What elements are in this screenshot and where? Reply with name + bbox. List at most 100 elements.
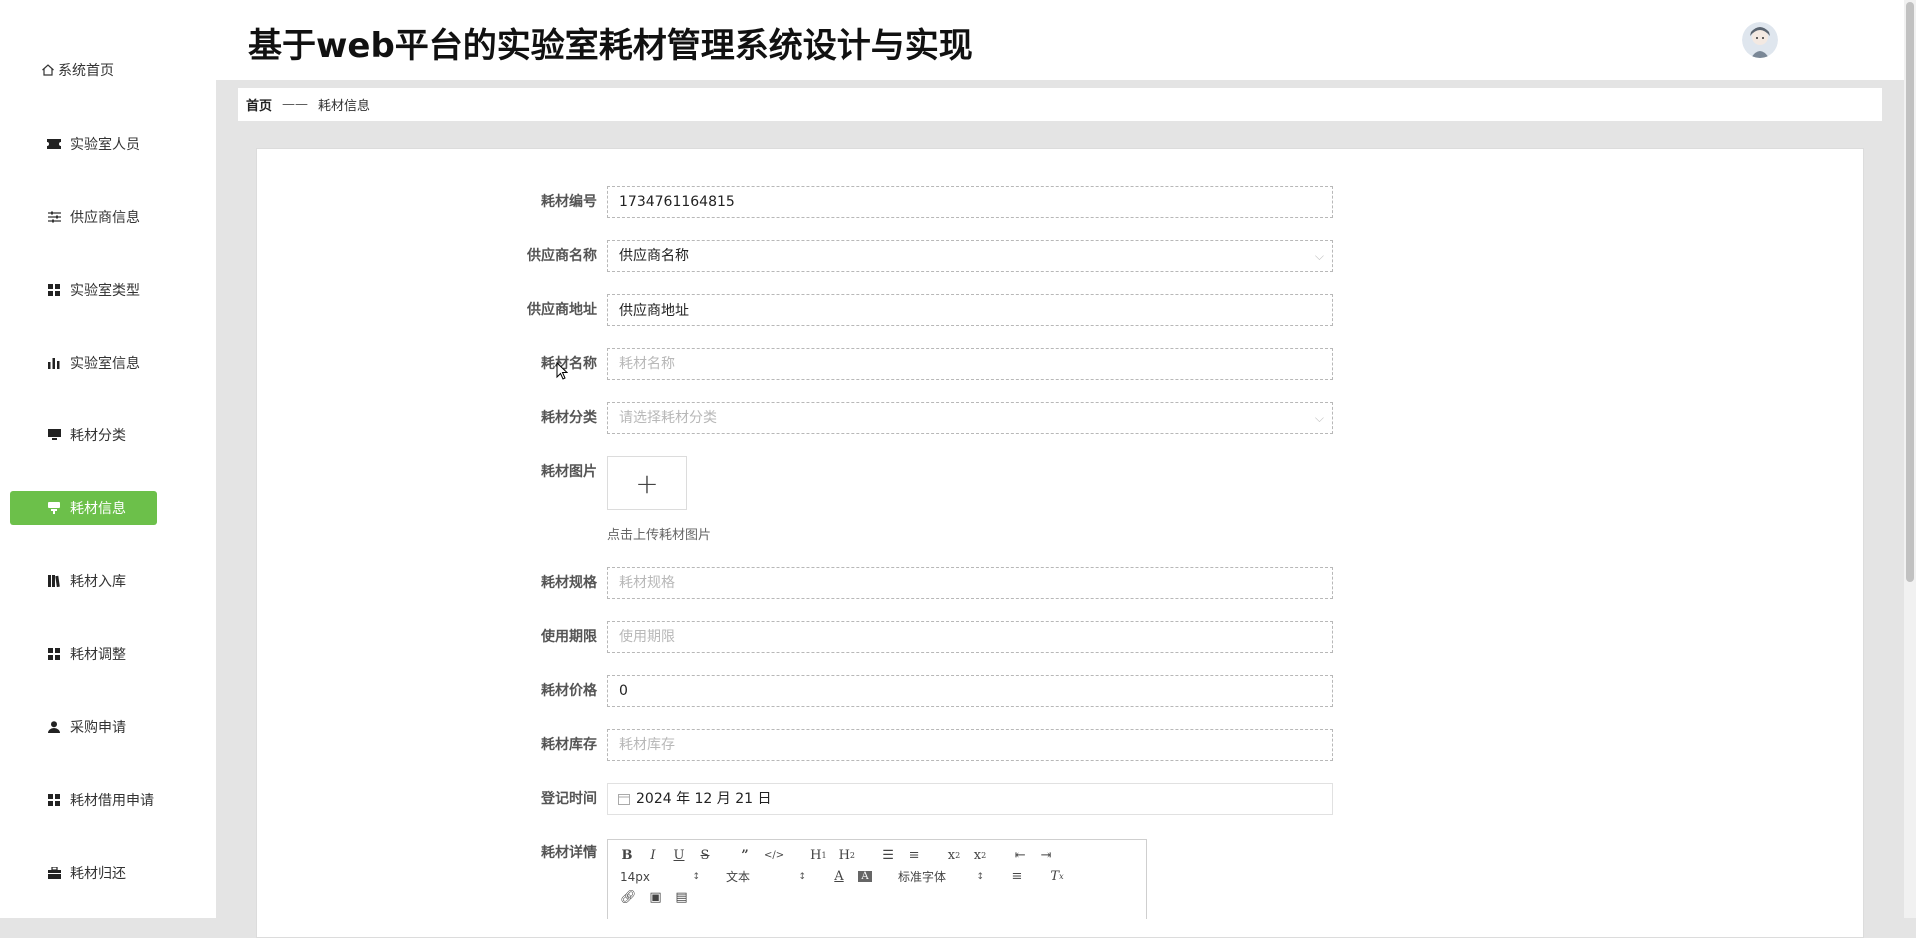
link-icon[interactable]: 🔗︎ (620, 890, 637, 905)
breadcrumb-home[interactable]: 首页 (246, 95, 272, 114)
sidebar-item-lab-info[interactable]: 实验室信息 (10, 346, 157, 380)
bullet-list-icon[interactable]: ≡ (907, 848, 921, 863)
ordered-list-icon[interactable]: ☰ (881, 848, 895, 863)
image-label: 耗材图片 (541, 464, 597, 480)
supplier-address-field[interactable] (607, 294, 1333, 326)
font-color-icon[interactable]: A (832, 869, 846, 884)
font-family-select[interactable]: 标准字体 ↕ (898, 868, 984, 885)
sidebar-item-label: 采购申请 (70, 720, 126, 736)
sidebar-item-label: 耗材信息 (70, 501, 126, 517)
spec-label: 耗材规格 (541, 575, 597, 591)
updown-icon: ↕ (798, 871, 806, 882)
date-value: 2024 年 12 月 21 日 (636, 791, 772, 807)
ticket-icon (46, 136, 62, 152)
indent-icon[interactable]: ⇥ (1039, 848, 1053, 863)
calendar-icon (618, 793, 630, 805)
sidebar-item-material-info[interactable]: 耗材信息 (10, 491, 157, 525)
sidebar-item-label: 实验室类型 (70, 283, 140, 299)
video-icon[interactable]: ▤ (675, 890, 689, 905)
bold-icon[interactable]: B (620, 848, 634, 863)
updown-icon: ↕ (692, 871, 700, 882)
editor-toolbar-row-3: 🔗︎ ▣ ▤ (608, 887, 1146, 908)
breadcrumb-current: 耗材信息 (318, 99, 371, 114)
grid-icon (46, 282, 62, 298)
sidebar-item-category[interactable]: 耗材分类 (10, 418, 157, 452)
clear-format-icon[interactable]: Tx (1050, 869, 1064, 884)
breadcrumb-separator: —— (282, 97, 309, 112)
superscript-icon[interactable]: x2 (973, 848, 987, 863)
code-field[interactable] (607, 186, 1333, 218)
grid-icon (46, 646, 62, 662)
sidebar-item-lab-staff[interactable]: 实验室人员 (10, 127, 157, 161)
sidebar-item-return[interactable]: 耗材归还 (10, 856, 157, 890)
supplier-address-label: 供应商地址 (527, 302, 597, 318)
underline-icon[interactable]: U (672, 848, 686, 863)
avatar[interactable] (1742, 22, 1778, 58)
stock-field[interactable] (607, 729, 1333, 761)
plus-icon: + (635, 466, 659, 500)
code-icon[interactable]: </> (764, 850, 784, 861)
user-icon (46, 719, 62, 735)
font-size-select[interactable]: 14px ↕ (620, 870, 700, 884)
price-label: 耗材价格 (541, 683, 597, 699)
supplier-name-value: 供应商名称 (619, 248, 689, 264)
sidebar-item-label: 供应商信息 (70, 210, 140, 226)
home-icon (40, 62, 56, 78)
outdent-icon[interactable]: ⇤ (1013, 848, 1027, 863)
scrollbar-thumb[interactable] (1906, 2, 1914, 582)
italic-icon[interactable]: I (646, 848, 660, 863)
updown-icon: ↕ (976, 871, 984, 882)
heading2-icon[interactable]: H2 (839, 848, 855, 863)
date-picker[interactable]: 2024 年 12 月 21 日 (607, 783, 1333, 815)
bar-chart-icon (46, 355, 62, 371)
sidebar-item-label: 耗材归还 (70, 866, 126, 882)
sidebar-item-label: 耗材调整 (70, 647, 126, 663)
rich-text-editor[interactable]: B I U S ” </> H1 H2 ☰ ≡ x2 x2 ⇤ ⇥ 14px ↕ (607, 839, 1147, 919)
sidebar-item-home[interactable]: 系统首页 (10, 53, 157, 87)
category-select[interactable]: 请选择耗材分类 ⌵ (607, 402, 1333, 434)
text-type-select[interactable]: 文本 ↕ (726, 868, 806, 885)
heading1-icon[interactable]: H1 (810, 848, 826, 863)
background-color-icon[interactable]: A (858, 871, 872, 882)
image-upload-tip: 点击上传耗材图片 (607, 528, 712, 543)
category-label: 耗材分类 (541, 410, 597, 426)
font-size-value: 14px (620, 869, 650, 884)
price-field[interactable] (607, 675, 1333, 707)
page-title: 基于web平台的实验室耗材管理系统设计与实现 (248, 26, 973, 66)
stamp-icon (46, 500, 62, 516)
font-family-value: 标准字体 (898, 870, 947, 884)
supplier-name-label: 供应商名称 (527, 248, 597, 264)
chevron-down-icon: ⌵ (1314, 249, 1324, 263)
name-field[interactable] (607, 348, 1333, 380)
image-icon[interactable]: ▣ (649, 890, 663, 905)
strikethrough-icon[interactable]: S (698, 848, 712, 863)
sidebar-item-label: 耗材借用申请 (70, 793, 154, 809)
header: 基于web平台的实验室耗材管理系统设计与实现 (216, 0, 1904, 80)
image-upload-button[interactable]: + (607, 456, 687, 510)
supplier-name-select[interactable]: 供应商名称 ⌵ (607, 240, 1333, 272)
sidebar-item-purchase[interactable]: 采购申请 (10, 710, 157, 744)
chevron-down-icon: ⌵ (1314, 411, 1324, 425)
sidebar-item-stock-in[interactable]: 耗材入库 (10, 564, 157, 598)
subscript-icon[interactable]: x2 (947, 848, 961, 863)
stock-label: 耗材库存 (541, 737, 597, 753)
sidebar-item-label: 耗材入库 (70, 574, 126, 590)
sidebar-item-label: 实验室信息 (70, 356, 140, 372)
sidebar-item-label: 实验室人员 (70, 137, 140, 153)
name-label: 耗材名称 (541, 356, 597, 372)
page-scrollbar[interactable] (1904, 0, 1916, 918)
detail-label: 耗材详情 (541, 845, 597, 861)
books-icon (46, 573, 62, 589)
sidebar-item-adjust[interactable]: 耗材调整 (10, 637, 157, 671)
category-placeholder: 请选择耗材分类 (619, 410, 717, 426)
text-type-value: 文本 (726, 870, 751, 884)
align-icon[interactable]: ≡ (1010, 869, 1024, 884)
sidebar-item-lab-type[interactable]: 实验室类型 (10, 273, 157, 307)
sidebar-item-borrow[interactable]: 耗材借用申请 (10, 783, 157, 817)
spec-field[interactable] (607, 567, 1333, 599)
sidebar-item-supplier[interactable]: 供应商信息 (10, 200, 157, 234)
blockquote-icon[interactable]: ” (738, 848, 752, 863)
briefcase-icon (46, 865, 62, 881)
sidebar: 系统首页 实验室人员 供应商信息 实验室类型 实验室信息 耗材分类 耗材信息 耗… (0, 0, 216, 918)
period-field[interactable] (607, 621, 1333, 653)
